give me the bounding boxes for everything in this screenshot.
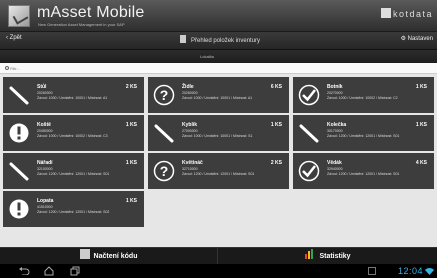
item-grid: Stůl 2 KS 20260000 Závod: 1000 / Umístěn… [0, 74, 437, 247]
pen-icon [154, 124, 174, 143]
qr-code-icon [79, 249, 90, 259]
document-icon [180, 35, 186, 43]
item-name: Židle [182, 84, 194, 90]
item-card[interactable]: Koště 1 KS 20450000 Závod: 1000 / Umístě… [3, 115, 144, 151]
item-card[interactable]: Vědák 4 KS 32940000 Závod: 1200 / Umístě… [293, 153, 434, 189]
item-name: Botník [327, 84, 343, 90]
item-location: Závod: 1200 / Umístění: 12001 / Místnost… [182, 172, 255, 176]
home-icon[interactable] [44, 266, 54, 276]
page-title: Přehled položek inventury [180, 35, 260, 44]
filter-bar [0, 63, 437, 74]
app-header: mAsset Mobile New Generation Asset Manag… [0, 0, 437, 32]
item-name: Nářadí [37, 160, 53, 166]
alert-icon [9, 199, 29, 219]
settings-button[interactable]: ⚙ Nastaven [401, 35, 433, 42]
pen-icon [9, 86, 29, 105]
item-name: Vědák [327, 160, 342, 166]
svg-text:?: ? [160, 87, 169, 103]
app-subtitle: New Generation Asset Management in your … [38, 22, 125, 27]
item-location: Závod: 1000 / Umístění: 10002 / Místnost… [327, 96, 398, 100]
item-card[interactable]: ? Květináč 2 KS 32710000 Závod: 1200 / U… [148, 153, 289, 189]
bottom-bar: Načtení kódu Statistiky [0, 247, 437, 265]
item-location: Závod: 1000 / Umístění: 10001 / Místnost… [37, 96, 108, 100]
item-location: Závod: 1200 / Umístění: 12001 / Místnost… [37, 172, 110, 176]
question-icon: ? [153, 84, 175, 106]
item-quantity: 2 KS [270, 160, 282, 166]
screenshot-icon [368, 267, 376, 275]
item-name: Kyblík [182, 122, 198, 128]
item-code: 32940000 [327, 167, 343, 171]
location-header-label: Lokalita [200, 54, 214, 59]
toolbar: ‹ Zpět Přehled položek inventury ⚙ Nasta… [0, 32, 437, 49]
location-header: Lokalita [0, 49, 437, 63]
scan-code-label: Načtení kódu [93, 253, 138, 260]
pen-icon [9, 162, 29, 181]
alert-icon [9, 123, 29, 143]
logo-icon [8, 5, 30, 27]
item-card[interactable]: Kolečka 1 KS 30170000 Závod: 1200 / Umís… [293, 115, 434, 151]
item-quantity: 1 KS [125, 122, 137, 128]
item-quantity: 2 KS [125, 84, 137, 90]
pen-icon [299, 124, 319, 143]
search-icon [5, 66, 9, 70]
item-location: Závod: 1200 / Umístění: 12001 / Místnost… [327, 134, 400, 138]
item-name: Lopata [37, 198, 54, 204]
item-code: 32100000 [37, 167, 53, 171]
item-name: Kolečka [327, 122, 347, 128]
item-code: 20270000 [327, 91, 343, 95]
back-nav-icon[interactable] [18, 267, 30, 275]
item-code: 27000000 [182, 129, 198, 133]
scan-code-button[interactable]: Načtení kódu [0, 248, 218, 265]
item-card[interactable]: Botník 1 KS 20270000 Závod: 1000 / Umíst… [293, 77, 434, 113]
item-quantity: 4 KS [415, 160, 427, 166]
item-code: 20450000 [37, 129, 53, 133]
item-card[interactable]: Nářadí 1 KS 32100000 Závod: 1200 / Umíst… [3, 153, 144, 189]
item-code: 41510000 [37, 205, 53, 209]
item-card[interactable]: ? Židle 6 KS 20260000 Závod: 1000 / Umís… [148, 77, 289, 113]
page-title-text: Přehled položek inventury [191, 38, 261, 44]
item-code: 20260000 [182, 91, 198, 95]
item-code: 20260000 [37, 91, 53, 95]
check-icon [298, 160, 320, 182]
brand-logo: kotdata [380, 8, 433, 19]
question-icon: ? [153, 160, 175, 182]
item-quantity: 1 KS [125, 160, 137, 166]
item-code: 30170000 [327, 129, 343, 133]
item-location: Závod: 1200 / Umístění: 12001 / Místnost… [37, 210, 110, 214]
brand-mark-icon [380, 8, 391, 18]
recent-apps-icon[interactable] [70, 266, 80, 276]
wifi-icon [425, 267, 434, 275]
system-bar: 12:04 [0, 264, 437, 278]
item-quantity: 6 KS [270, 84, 282, 90]
item-quantity: 1 KS [270, 122, 282, 128]
back-button[interactable]: ‹ Zpět [6, 35, 22, 41]
item-name: Koště [37, 122, 51, 128]
item-location: Závod: 1000 / Umístění: 10001 / Místnost… [182, 134, 253, 138]
check-icon [298, 84, 320, 106]
item-name: Květináč [182, 160, 203, 166]
statistics-button[interactable]: Statistiky [219, 248, 437, 265]
item-code: 32710000 [182, 167, 198, 171]
item-quantity: 1 KS [125, 198, 137, 204]
clock: 12:04 [397, 266, 423, 276]
item-location: Závod: 1200 / Umístění: 12001 / Místnost… [327, 172, 400, 176]
item-name: Stůl [37, 84, 47, 90]
item-location: Závod: 1000 / Umístění: 10001 / Místnost… [182, 96, 253, 100]
bar-chart-icon [305, 249, 314, 259]
item-card[interactable]: Kyblík 1 KS 27000000 Závod: 1000 / Umíst… [148, 115, 289, 151]
item-quantity: 1 KS [415, 122, 427, 128]
statistics-label: Statistiky [319, 253, 351, 260]
item-card[interactable]: Stůl 2 KS 20260000 Závod: 1000 / Umístěn… [3, 77, 144, 113]
item-quantity: 1 KS [415, 84, 427, 90]
app-title: mAsset Mobile [37, 4, 145, 21]
item-card[interactable]: Lopata 1 KS 41510000 Závod: 1200 / Umíst… [3, 191, 144, 227]
svg-text:?: ? [160, 163, 169, 179]
filter-input[interactable] [10, 64, 410, 73]
brand-text: kotdata [392, 9, 433, 19]
item-location: Závod: 1000 / Umístění: 10002 / Místnost… [37, 134, 108, 138]
